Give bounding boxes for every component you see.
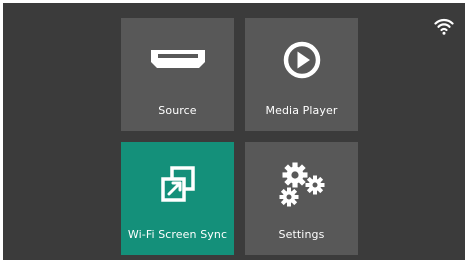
source-tile[interactable]: Source xyxy=(121,18,234,131)
play-circle-icon xyxy=(245,36,358,84)
screen-mirror-icon xyxy=(121,160,234,208)
media-player-tile[interactable]: Media Player xyxy=(245,18,358,131)
source-label: Source xyxy=(158,104,197,117)
gears-icon xyxy=(245,160,358,208)
settings-label: Settings xyxy=(278,228,325,241)
home-screen: Source Media Player Wi-Fi Screen Sync Se… xyxy=(3,3,465,260)
settings-tile[interactable]: Settings xyxy=(245,142,358,255)
wifi-screen-sync-label: Wi-Fi Screen Sync xyxy=(127,228,228,241)
hdmi-port-icon xyxy=(121,36,234,84)
media-player-label: Media Player xyxy=(265,104,338,117)
wifi-screen-sync-tile[interactable]: Wi-Fi Screen Sync xyxy=(121,142,234,255)
wifi-signal-icon xyxy=(434,17,454,35)
